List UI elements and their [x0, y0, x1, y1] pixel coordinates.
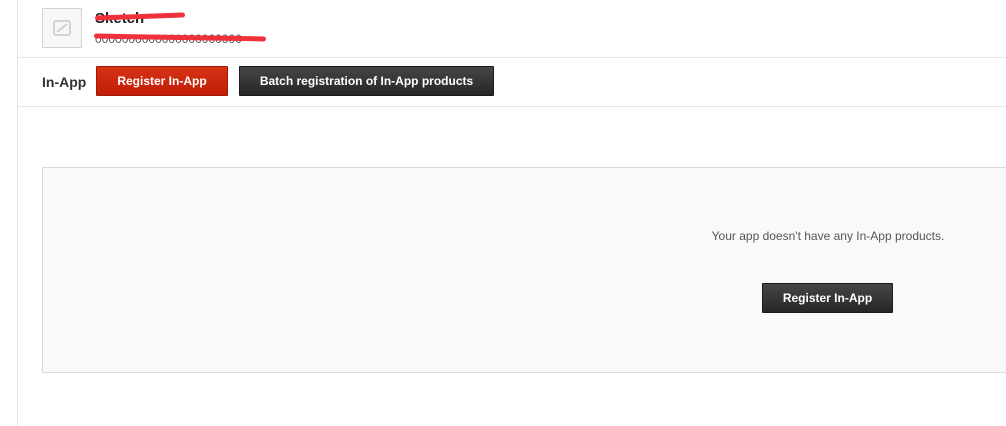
image-placeholder-icon [53, 20, 71, 36]
app-thumbnail [42, 8, 82, 48]
empty-state-register-button[interactable]: Register In-App [762, 283, 893, 313]
page: Sketch 0000000000000000000000 In-App Reg… [0, 0, 1006, 426]
inapp-toolbar: In-App Register In-App Batch registratio… [18, 58, 1006, 107]
register-inapp-button[interactable]: Register In-App [96, 66, 228, 96]
empty-state-message: Your app doesn't have any In-App product… [711, 229, 945, 243]
app-header: Sketch 0000000000000000000000 [18, 0, 1006, 58]
batch-registration-button[interactable]: Batch registration of In-App products [239, 66, 494, 96]
section-label: In-App [42, 74, 87, 90]
empty-state-panel: Your app doesn't have any In-App product… [42, 167, 1006, 373]
